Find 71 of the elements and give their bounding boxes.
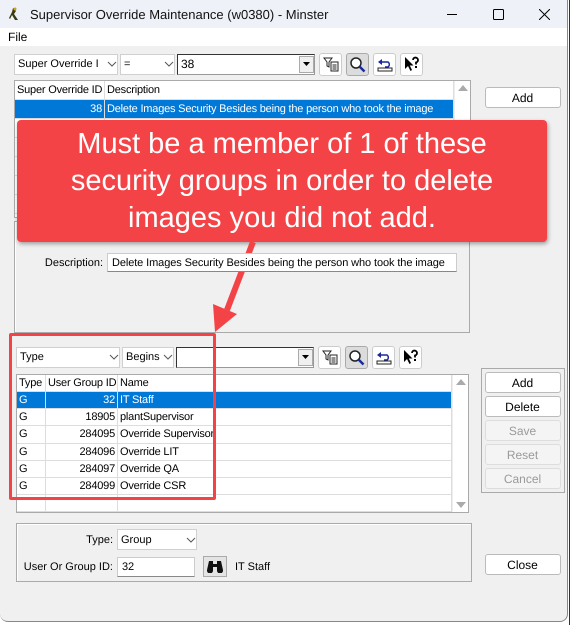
close-icon [538, 8, 550, 20]
table-cell: 284097 [46, 460, 118, 477]
close-dialog-button[interactable]: Close [484, 554, 560, 575]
help-button[interactable] [399, 346, 422, 368]
table-cell: 18905 [46, 409, 118, 426]
dropdown-arrow-icon [302, 355, 309, 359]
table-row[interactable]: G 284097 Override QA [17, 460, 452, 478]
group-name: IT Staff [235, 560, 270, 572]
column-header[interactable]: Type [17, 375, 46, 392]
table-cell: G [17, 460, 46, 477]
filter-button[interactable] [319, 52, 342, 76]
menu-item[interactable]: File [7, 30, 28, 44]
value-combo[interactable] [176, 346, 314, 368]
undo-icon [376, 56, 392, 72]
action-button[interactable]: Add [484, 372, 560, 393]
column-header[interactable]: Super Override ID [15, 81, 105, 99]
search-button[interactable] [346, 52, 369, 76]
table-cell: 32 [46, 392, 118, 408]
type-select[interactable]: Group [117, 529, 197, 550]
chevron-down-icon [164, 61, 174, 67]
table-row[interactable]: 38 Delete Images Security Besides being the person who took the image [15, 100, 454, 119]
filter-icon [322, 56, 338, 72]
table-row[interactable]: G 18905 plantSupervisor [17, 409, 452, 426]
column-header[interactable]: User Group ID [46, 375, 118, 392]
lookup-button[interactable] [203, 556, 227, 577]
chevron-down-icon [109, 354, 119, 360]
maximize-icon [492, 8, 504, 20]
table-cell: G [17, 409, 46, 426]
reset-button[interactable] [373, 52, 396, 76]
help-pointer-icon [402, 348, 419, 366]
filter-button[interactable] [318, 346, 341, 368]
operator-select[interactable]: Begins [122, 346, 174, 368]
table-cell: 284095 [46, 426, 118, 442]
app-icon [8, 7, 20, 21]
action-button[interactable]: Delete [484, 396, 560, 417]
undo-icon [376, 349, 392, 365]
chevron-down-icon [163, 354, 173, 360]
value-combo[interactable]: 38 [177, 54, 315, 74]
callout: Must be a member of 1 of these security groups in order to delete images you did not add. [17, 120, 547, 242]
filter-icon [322, 349, 338, 365]
field-select[interactable]: Super Override I [14, 54, 118, 74]
table-cell: G [17, 426, 46, 442]
add-button[interactable]: Add [484, 87, 560, 108]
table-cell: G [17, 478, 46, 494]
id-field[interactable]: 32 [117, 556, 195, 576]
type-label: Type: [85, 534, 113, 546]
id-label: User Or Group ID: [22, 560, 113, 572]
table-cell: G [17, 392, 46, 408]
table-cell: 38 [15, 100, 105, 118]
description-field[interactable]: Delete Images Security Besides being the person who took the image [107, 253, 457, 272]
chevron-down-icon [186, 536, 196, 542]
reset-button[interactable] [372, 346, 395, 368]
table-row[interactable]: G 284099 Override CSR [17, 478, 452, 495]
field-select[interactable]: Type [16, 346, 120, 368]
search-button[interactable] [345, 346, 368, 368]
table-cell: 284099 [46, 478, 118, 494]
window-title: Supervisor Override Maintenance (w0380) - Minster [30, 6, 330, 22]
binoculars-icon [207, 560, 223, 573]
table-cell: 284096 [46, 444, 118, 460]
table-cell: G [17, 444, 46, 460]
help-pointer-icon [403, 56, 420, 72]
search-icon [348, 348, 365, 366]
operator-select[interactable]: = [120, 54, 175, 74]
search-icon [349, 56, 366, 72]
table-row[interactable]: G 32 IT Staff [17, 392, 452, 410]
help-button[interactable] [400, 52, 423, 76]
dropdown-arrow-icon [303, 62, 310, 66]
table-row[interactable]: G 284095 Override Supervisor [17, 426, 452, 444]
chevron-down-icon [107, 61, 117, 67]
description-label: Description: [44, 256, 103, 268]
table-row[interactable]: G 284096 Override LIT [17, 444, 452, 461]
